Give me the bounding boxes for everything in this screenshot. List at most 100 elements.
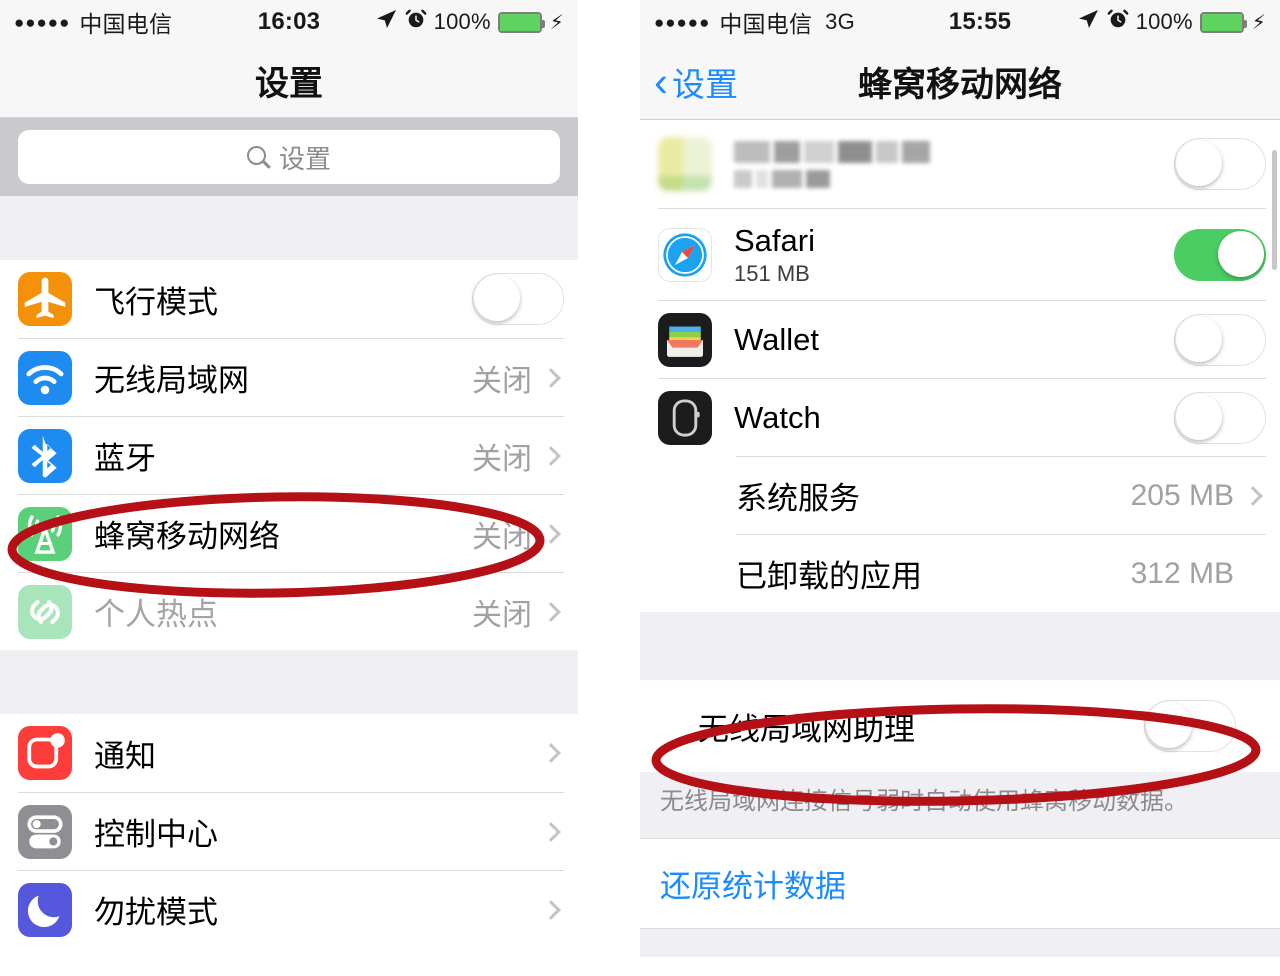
cellular-app-list: Safari 151 MB Wallet Watch 系统服务 205 MB 已…	[640, 120, 1280, 612]
list-item-wallet[interactable]: Wallet	[640, 300, 1280, 378]
sidebar-item-airplane-mode[interactable]: 飞行模式	[0, 260, 578, 338]
cellular-status-value: 关闭	[472, 520, 532, 554]
wifi-assist-group: 无线局域网助理	[640, 680, 1280, 772]
blurred-app-toggle[interactable]	[1174, 138, 1266, 190]
sidebar-item-wifi[interactable]: 无线局域网 关闭	[0, 338, 578, 416]
location-arrow-icon	[1076, 7, 1100, 37]
airplane-icon	[18, 272, 72, 326]
scrollbar[interactable]	[1272, 150, 1277, 270]
settings-group-system: 通知 控制中心 勿扰模式	[0, 714, 578, 948]
chevron-right-icon	[541, 743, 561, 763]
wallet-icon	[658, 312, 712, 367]
uninstalled-apps-value: 312 MB	[1130, 556, 1234, 590]
chevron-left-icon: ‹	[654, 57, 668, 105]
list-item-label: 系统服务	[736, 481, 860, 516]
search-bar-container: 设置	[0, 118, 578, 196]
sidebar-item-control-center[interactable]: 控制中心	[0, 792, 578, 870]
battery-percent: 100%	[433, 9, 491, 34]
list-gap-wifi-assist	[640, 612, 1280, 680]
carrier-name: 中国电信	[719, 11, 813, 37]
do-not-disturb-icon	[18, 882, 72, 937]
chevron-right-icon	[541, 367, 561, 388]
wifi-assist-footnote: 无线局域网连接信号弱时自动使用蜂窝移动数据。	[640, 772, 1280, 839]
list-item-label: Wallet	[734, 321, 819, 357]
list-item-system-services[interactable]: 系统服务 205 MB	[640, 456, 1280, 534]
signal-dots-icon: ●●●●●	[654, 12, 711, 32]
wifi-icon	[18, 350, 72, 405]
list-item-uninstalled-apps: 已卸载的应用 312 MB	[640, 534, 1280, 612]
wifi-assist-toggle[interactable]	[1144, 700, 1236, 752]
sidebar-item-cellular[interactable]: 蜂窝移动网络 关闭	[0, 494, 578, 572]
watch-icon	[658, 390, 712, 445]
list-item-blurred-app[interactable]	[640, 120, 1280, 208]
network-type: 3G	[825, 9, 855, 34]
list-item-safari[interactable]: Safari 151 MB	[640, 208, 1280, 300]
left-phone-screen: ●●●●● 中国电信 16:03 100% ⚡ 设置 设置 飞行模式 无线局域网…	[0, 0, 578, 976]
right-phone-screen: ●●●●● 中国电信 3G 15:55 100% ⚡ ‹ 设置 蜂窝移动网络 S…	[640, 0, 1280, 976]
lightning-bolt-icon: ⚡	[549, 11, 564, 34]
alarm-clock-icon	[405, 8, 427, 36]
blurred-app-icon	[658, 137, 712, 191]
sidebar-item-label: 勿扰模式	[94, 895, 218, 930]
dual-screenshot-container: ●●●●● 中国电信 16:03 100% ⚡ 设置 设置 飞行模式 无线局域网…	[0, 0, 1280, 976]
back-button-label: 设置	[672, 65, 738, 103]
list-gap-top	[0, 196, 578, 260]
battery-icon	[497, 11, 545, 33]
search-input[interactable]: 设置	[18, 130, 560, 184]
list-gap-middle	[0, 650, 578, 714]
blurred-app-label	[734, 140, 1174, 188]
bluetooth-status-value: 关闭	[472, 442, 532, 476]
sidebar-item-label: 个人热点	[94, 597, 218, 632]
sidebar-item-notifications[interactable]: 通知	[0, 714, 578, 792]
carrier-name: 中国电信	[79, 11, 173, 37]
chevron-right-icon	[541, 445, 561, 466]
list-item-label: 已卸载的应用	[736, 559, 922, 594]
sidebar-item-do-not-disturb[interactable]: 勿扰模式	[0, 870, 578, 948]
signal-dots-icon: ●●●●●	[14, 12, 71, 32]
chevron-right-icon	[541, 601, 561, 622]
status-right-group: 100% ⚡	[374, 7, 564, 37]
location-arrow-icon	[374, 7, 398, 37]
notifications-icon	[18, 726, 72, 780]
search-placeholder: 设置	[278, 143, 331, 174]
safari-icon	[658, 227, 712, 282]
control-center-icon	[18, 804, 72, 859]
cellular-antenna-icon	[18, 506, 72, 561]
right-status-bar: ●●●●● 中国电信 3G 15:55 100% ⚡	[640, 0, 1280, 44]
chevron-right-icon	[1243, 485, 1263, 506]
list-item-label: 无线局域网助理	[698, 711, 915, 747]
safari-toggle[interactable]	[1174, 228, 1266, 281]
sidebar-item-label: 无线局域网	[94, 363, 249, 398]
left-title-bar: 设置	[0, 44, 578, 118]
back-button[interactable]: ‹ 设置	[640, 58, 738, 106]
reset-statistics-button[interactable]: 还原统计数据	[640, 838, 1280, 930]
wallet-toggle[interactable]	[1174, 313, 1266, 366]
wifi-status-value: 关闭	[472, 364, 532, 398]
chevron-right-icon	[541, 821, 561, 842]
panel-divider	[578, 0, 640, 976]
list-item-label: Safari	[734, 222, 815, 258]
status-left-group: ●●●●● 中国电信 3G	[654, 5, 855, 39]
status-right-group: 100% ⚡	[1076, 7, 1266, 37]
status-left-group: ●●●●● 中国电信	[14, 5, 172, 39]
bottom-gap	[640, 929, 1280, 958]
sidebar-item-bluetooth[interactable]: 蓝牙 关闭	[0, 416, 578, 494]
battery-percent: 100%	[1135, 9, 1193, 34]
chevron-right-icon	[541, 523, 561, 544]
sidebar-item-label: 蜂窝移动网络	[94, 519, 280, 554]
list-item-watch[interactable]: Watch	[640, 378, 1280, 456]
chevron-right-icon	[541, 899, 561, 920]
safari-data-usage: 151 MB	[734, 260, 810, 286]
page-title: 设置	[255, 65, 323, 103]
alarm-clock-icon	[1107, 8, 1129, 36]
airplane-mode-toggle[interactable]	[472, 273, 564, 325]
personal-hotspot-icon	[18, 584, 72, 639]
sidebar-item-personal-hotspot[interactable]: 个人热点 关闭	[0, 572, 578, 650]
search-icon	[246, 146, 269, 168]
lightning-bolt-icon: ⚡	[1251, 11, 1266, 34]
list-item-label: Watch	[734, 399, 821, 435]
list-item-wifi-assist[interactable]: 无线局域网助理	[640, 680, 1280, 772]
left-status-bar: ●●●●● 中国电信 16:03 100% ⚡	[0, 0, 578, 44]
watch-toggle[interactable]	[1174, 391, 1266, 444]
sidebar-item-label: 蓝牙	[94, 441, 156, 476]
